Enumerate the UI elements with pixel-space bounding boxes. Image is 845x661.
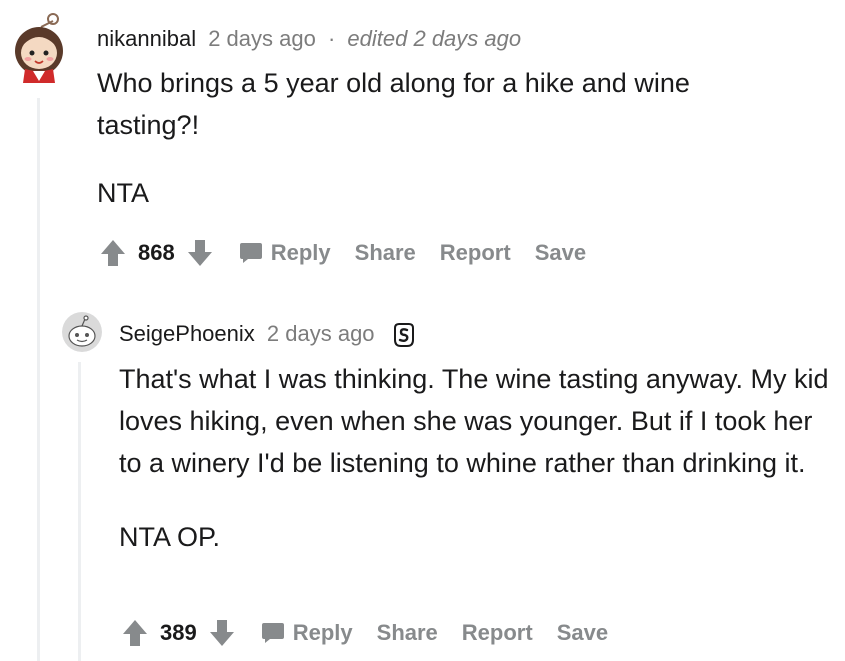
share-label: Share bbox=[354, 240, 416, 265]
comment-body: That's what I was thinking. The wine tas… bbox=[119, 358, 829, 558]
vote-score: 389 bbox=[160, 620, 197, 645]
upvote-button[interactable] bbox=[120, 618, 150, 648]
upvote-button[interactable] bbox=[98, 238, 128, 268]
reply-label: Reply bbox=[270, 240, 331, 265]
comment-paragraph: Who brings a 5 year old along for a hike… bbox=[97, 68, 690, 140]
comment-body: Who brings a 5 year old along for a hike… bbox=[97, 62, 797, 214]
comment-paragraph: NTA bbox=[97, 178, 149, 208]
share-button[interactable]: Share bbox=[377, 620, 438, 646]
comment-bubble-icon bbox=[261, 621, 285, 645]
comment-paragraph: That's what I was thinking. The wine tas… bbox=[119, 364, 829, 478]
comment-actions: 868 Reply Share Report Save bbox=[98, 238, 586, 268]
save-button[interactable]: Save bbox=[535, 240, 586, 266]
timestamp[interactable]: 2 days ago bbox=[208, 26, 316, 51]
thread-line-child[interactable] bbox=[78, 362, 81, 661]
share-button[interactable]: Share bbox=[355, 240, 416, 266]
reply-button[interactable]: Reply bbox=[261, 620, 353, 646]
snoo-award-icon bbox=[391, 322, 417, 348]
upvote-arrow-icon bbox=[101, 240, 125, 266]
save-button[interactable]: Save bbox=[557, 620, 608, 646]
save-label: Save bbox=[556, 620, 609, 645]
comment-paragraph: NTA OP. bbox=[119, 522, 221, 552]
meta-separator: · bbox=[327, 26, 336, 51]
edited-label: edited 2 days ago bbox=[347, 26, 522, 51]
vote-score: 868 bbox=[138, 240, 175, 265]
reply-label: Reply bbox=[292, 620, 353, 645]
report-button[interactable]: Report bbox=[462, 620, 533, 646]
share-label: Share bbox=[376, 620, 438, 645]
thread-line-parent[interactable] bbox=[37, 98, 40, 661]
comment-bubble-icon bbox=[239, 241, 263, 265]
avatar[interactable] bbox=[62, 312, 102, 352]
avatar[interactable] bbox=[11, 13, 67, 83]
comment-meta: nikannibal 2 days ago · edited 2 days ag… bbox=[97, 25, 521, 53]
report-label: Report bbox=[439, 240, 511, 265]
upvote-arrow-icon bbox=[123, 620, 147, 646]
reply-button[interactable]: Reply bbox=[239, 240, 331, 266]
downvote-button[interactable] bbox=[207, 618, 237, 648]
comment-actions: 389 Reply Share Report Save bbox=[120, 618, 608, 648]
downvote-arrow-icon bbox=[187, 240, 212, 266]
report-label: Report bbox=[461, 620, 533, 645]
downvote-button[interactable] bbox=[185, 238, 215, 268]
report-button[interactable]: Report bbox=[440, 240, 511, 266]
downvote-arrow-icon bbox=[209, 620, 234, 646]
timestamp[interactable]: 2 days ago bbox=[267, 321, 375, 346]
comment-meta: SeigePhoenix 2 days ago bbox=[119, 320, 417, 348]
save-label: Save bbox=[534, 240, 587, 265]
author-name[interactable]: nikannibal bbox=[97, 26, 196, 51]
author-name[interactable]: SeigePhoenix bbox=[119, 321, 255, 346]
